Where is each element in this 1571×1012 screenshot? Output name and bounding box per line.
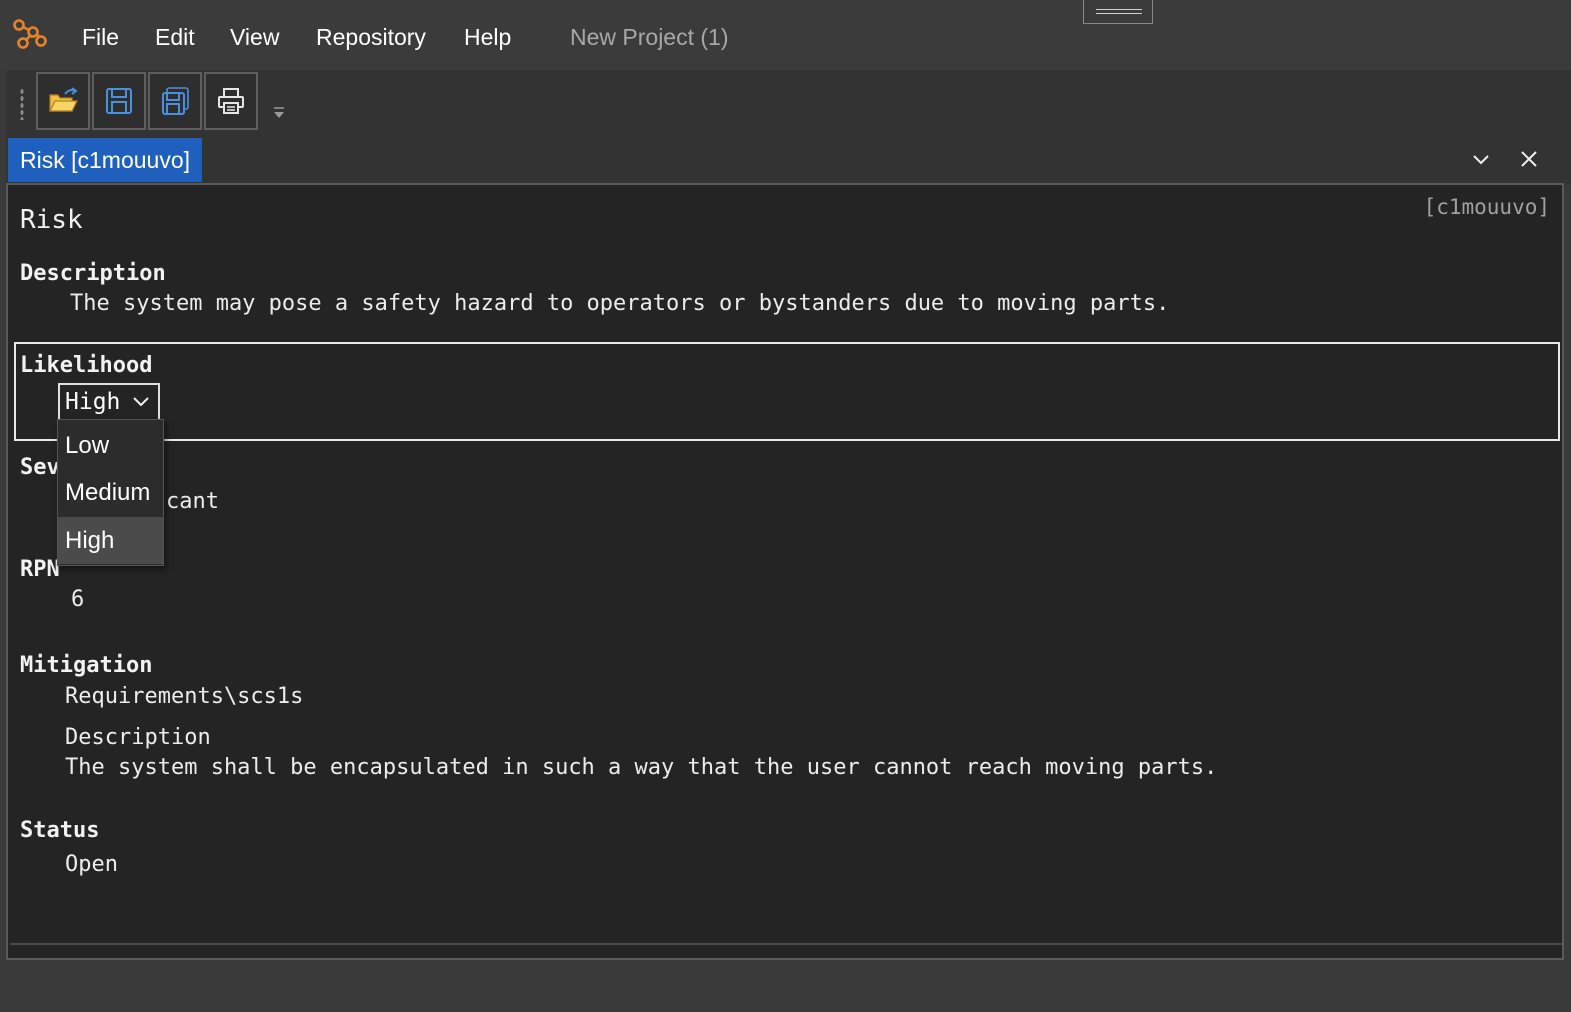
severity-label: Sev (20, 455, 60, 480)
tab-risk[interactable]: Risk [c1mouuvo] (8, 138, 203, 182)
description-label: Description (20, 261, 166, 286)
menu-view[interactable]: View (230, 24, 279, 51)
description-value: The system may pose a safety hazard to o… (70, 291, 1170, 316)
mitigation-label: Mitigation (20, 653, 153, 678)
toolbar-grip-icon[interactable] (20, 88, 24, 120)
likelihood-dropdown: Low Medium High (57, 419, 164, 566)
chevron-down-icon (133, 397, 149, 407)
page-title: Risk (20, 205, 83, 235)
document-id-tag: [c1mouuvo] (1423, 195, 1550, 219)
toolbar (6, 70, 1571, 134)
save-icon (106, 88, 132, 114)
mitigation-link[interactable]: Requirements\scs1s (65, 684, 303, 709)
mitigation-description-label: Description (65, 725, 211, 750)
severity-value: cant (166, 489, 219, 514)
menu-edit[interactable]: Edit (155, 24, 195, 51)
rpn-value: 6 (71, 587, 85, 612)
document-body: [c1mouuvo] Risk Description The system m… (10, 187, 1562, 945)
tab-strip: Risk [c1mouuvo] (6, 134, 1571, 184)
menu-help[interactable]: Help (464, 24, 511, 51)
close-icon[interactable] (1518, 148, 1540, 170)
likelihood-selected-value: High (65, 389, 121, 415)
print-icon (218, 88, 244, 114)
likelihood-label: Likelihood (20, 353, 153, 378)
mitigation-description-value: The system shall be encapsulated in such… (65, 755, 1218, 780)
save-all-icon (162, 87, 189, 115)
app-logo-icon[interactable] (12, 18, 48, 52)
window-grip-handle[interactable] (1083, 0, 1153, 24)
toolbar-overflow-icon[interactable] (272, 106, 286, 120)
likelihood-section (14, 342, 1560, 441)
menu-bar: File Edit View Repository Help New Proje… (0, 0, 1571, 70)
status-label: Status (20, 818, 100, 843)
print-button[interactable] (204, 72, 258, 130)
menu-repository[interactable]: Repository (316, 24, 426, 51)
status-value: Open (65, 852, 118, 877)
dropdown-option-high[interactable]: High (58, 517, 163, 564)
open-folder-icon (49, 87, 78, 112)
chevron-down-icon[interactable] (1470, 148, 1492, 170)
open-button[interactable] (36, 72, 90, 130)
save-button[interactable] (92, 72, 146, 130)
rpn-label: RPN (20, 557, 60, 582)
likelihood-select[interactable]: High (58, 383, 160, 421)
menu-file[interactable]: File (82, 24, 119, 51)
save-all-button[interactable] (148, 72, 202, 130)
dropdown-option-low[interactable]: Low (58, 422, 163, 469)
project-title: New Project (1) (570, 24, 729, 50)
dropdown-option-medium[interactable]: Medium (58, 469, 163, 516)
document-panel: [c1mouuvo] Risk Description The system m… (6, 183, 1564, 960)
